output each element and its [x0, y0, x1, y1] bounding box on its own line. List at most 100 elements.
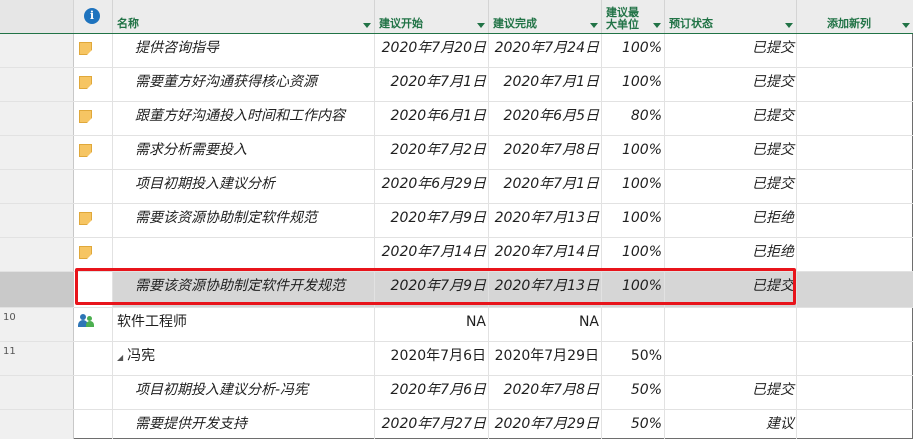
end-cell[interactable]: 2020年6月5日	[489, 102, 602, 135]
note-icon[interactable]	[79, 144, 92, 157]
add-column-cell[interactable]	[797, 68, 913, 101]
row-id-cell[interactable]	[0, 34, 74, 67]
column-header-name[interactable]: 名称	[113, 0, 375, 33]
filter-dropdown-icon[interactable]	[902, 23, 910, 28]
name-cell[interactable]: 需要董方好沟通获得核心资源	[113, 68, 375, 101]
end-cell[interactable]: 2020年7月1日	[489, 170, 602, 203]
max-units-cell[interactable]: 100%	[602, 204, 665, 237]
add-column-cell[interactable]	[797, 170, 913, 203]
max-units-cell[interactable]: 100%	[602, 136, 665, 169]
filter-dropdown-icon[interactable]	[477, 23, 485, 28]
start-cell[interactable]: 2020年7月14日	[375, 238, 489, 271]
max-units-cell[interactable]: 50%	[602, 410, 665, 439]
row-id-cell[interactable]	[0, 204, 74, 237]
name-cell[interactable]: 需求分析需要投入	[113, 136, 375, 169]
column-header-max-units[interactable]: 建议最 大单位	[602, 0, 665, 33]
note-icon[interactable]	[79, 110, 92, 123]
row-id-cell[interactable]: 10	[0, 308, 74, 341]
table-row[interactable]: 需求分析需要投入 2020年7月2日 2020年7月8日 100% 已提交	[0, 136, 913, 170]
table-row[interactable]: 跟董方好沟通投入时间和工作内容 2020年6月1日 2020年6月5日 80% …	[0, 102, 913, 136]
start-cell[interactable]: 2020年7月1日	[375, 68, 489, 101]
status-cell[interactable]: 建议	[665, 410, 797, 439]
add-column-cell[interactable]	[797, 410, 913, 439]
max-units-cell[interactable]	[602, 308, 665, 341]
add-column-cell[interactable]	[797, 376, 913, 409]
name-cell[interactable]	[113, 238, 375, 271]
status-cell[interactable]: 已提交	[665, 170, 797, 203]
max-units-cell[interactable]: 100%	[602, 238, 665, 271]
table-row[interactable]: 需要该资源协助制定软件规范 2020年7月9日 2020年7月13日 100% …	[0, 204, 913, 238]
add-column-cell[interactable]	[797, 204, 913, 237]
add-column-cell[interactable]	[797, 308, 913, 341]
row-id-cell[interactable]: 11	[0, 342, 74, 375]
start-cell[interactable]: 2020年7月20日	[375, 34, 489, 67]
max-units-cell[interactable]: 100%	[602, 170, 665, 203]
max-units-cell[interactable]: 100%	[602, 34, 665, 67]
start-cell[interactable]: 2020年6月29日	[375, 170, 489, 203]
row-id-cell[interactable]	[0, 272, 74, 307]
end-cell[interactable]: 2020年7月1日	[489, 68, 602, 101]
column-header-end[interactable]: 建议完成	[489, 0, 602, 33]
end-cell[interactable]: 2020年7月13日	[489, 204, 602, 237]
end-cell[interactable]: NA	[489, 308, 602, 341]
max-units-cell[interactable]: 80%	[602, 102, 665, 135]
status-cell[interactable]: 已提交	[665, 102, 797, 135]
start-cell[interactable]: 2020年7月27日	[375, 410, 489, 439]
start-cell[interactable]: 2020年7月2日	[375, 136, 489, 169]
name-cell[interactable]: 需要提供开发支持	[113, 410, 375, 439]
end-cell[interactable]: 2020年7月8日	[489, 136, 602, 169]
name-cell[interactable]: 项目初期投入建议分析	[113, 170, 375, 203]
status-cell[interactable]: 已提交	[665, 68, 797, 101]
filter-dropdown-icon[interactable]	[653, 23, 661, 28]
add-column-cell[interactable]	[797, 102, 913, 135]
note-icon[interactable]	[79, 212, 92, 225]
start-cell[interactable]: NA	[375, 308, 489, 341]
add-column-cell[interactable]	[797, 342, 913, 375]
end-cell[interactable]: 2020年7月24日	[489, 34, 602, 67]
start-cell[interactable]: 2020年7月6日	[375, 342, 489, 375]
start-cell[interactable]: 2020年7月6日	[375, 376, 489, 409]
note-icon[interactable]	[79, 76, 92, 89]
add-column-cell[interactable]	[797, 136, 913, 169]
max-units-cell[interactable]: 50%	[602, 376, 665, 409]
table-row[interactable]: 需要提供开发支持 2020年7月27日 2020年7月29日 50% 建议	[0, 410, 913, 439]
row-id-cell[interactable]	[0, 410, 74, 439]
collapse-triangle-icon[interactable]: ◢	[117, 353, 123, 362]
column-header-start[interactable]: 建议开始	[375, 0, 489, 33]
status-cell[interactable]: 已提交	[665, 376, 797, 409]
status-cell[interactable]: 已提交	[665, 136, 797, 169]
row-id-cell[interactable]	[0, 238, 74, 271]
name-cell[interactable]: ◢ 冯宪	[113, 342, 375, 375]
note-icon[interactable]	[79, 42, 92, 55]
table-row[interactable]: 项目初期投入建议分析 2020年6月29日 2020年7月1日 100% 已提交	[0, 170, 913, 204]
filter-dropdown-icon[interactable]	[785, 23, 793, 28]
status-cell[interactable]: 已拒绝	[665, 204, 797, 237]
status-cell[interactable]	[665, 342, 797, 375]
table-row[interactable]: 2020年7月14日 2020年7月14日 100% 已拒绝	[0, 238, 913, 272]
table-row[interactable]: 需要董方好沟通获得核心资源 2020年7月1日 2020年7月1日 100% 已…	[0, 68, 913, 102]
select-all-corner[interactable]	[0, 0, 74, 33]
start-cell[interactable]: 2020年6月1日	[375, 102, 489, 135]
max-units-cell[interactable]: 50%	[602, 342, 665, 375]
status-cell[interactable]	[665, 308, 797, 341]
row-id-cell[interactable]	[0, 136, 74, 169]
row-id-cell[interactable]	[0, 68, 74, 101]
name-cell[interactable]: 项目初期投入建议分析-冯宪	[113, 376, 375, 409]
table-row[interactable]: 项目初期投入建议分析-冯宪 2020年7月6日 2020年7月8日 50% 已提…	[0, 376, 913, 410]
row-id-cell[interactable]	[0, 376, 74, 409]
end-cell[interactable]: 2020年7月8日	[489, 376, 602, 409]
filter-dropdown-icon[interactable]	[363, 23, 371, 28]
add-column-cell[interactable]	[797, 272, 913, 307]
end-cell[interactable]: 2020年7月29日	[489, 410, 602, 439]
column-header-add-new[interactable]: 添加新列	[797, 0, 913, 33]
row-id-cell[interactable]	[0, 170, 74, 203]
add-column-cell[interactable]	[797, 34, 913, 67]
end-cell[interactable]: 2020年7月14日	[489, 238, 602, 271]
status-cell[interactable]: 已拒绝	[665, 238, 797, 271]
note-icon[interactable]	[79, 246, 92, 259]
row-id-cell[interactable]	[0, 102, 74, 135]
name-cell[interactable]: 跟董方好沟通投入时间和工作内容	[113, 102, 375, 135]
name-cell[interactable]: 软件工程师	[113, 308, 375, 341]
indicator-column-header[interactable]: i	[74, 0, 113, 33]
table-row[interactable]: 11 ◢ 冯宪 2020年7月6日 2020年7月29日 50%	[0, 342, 913, 376]
